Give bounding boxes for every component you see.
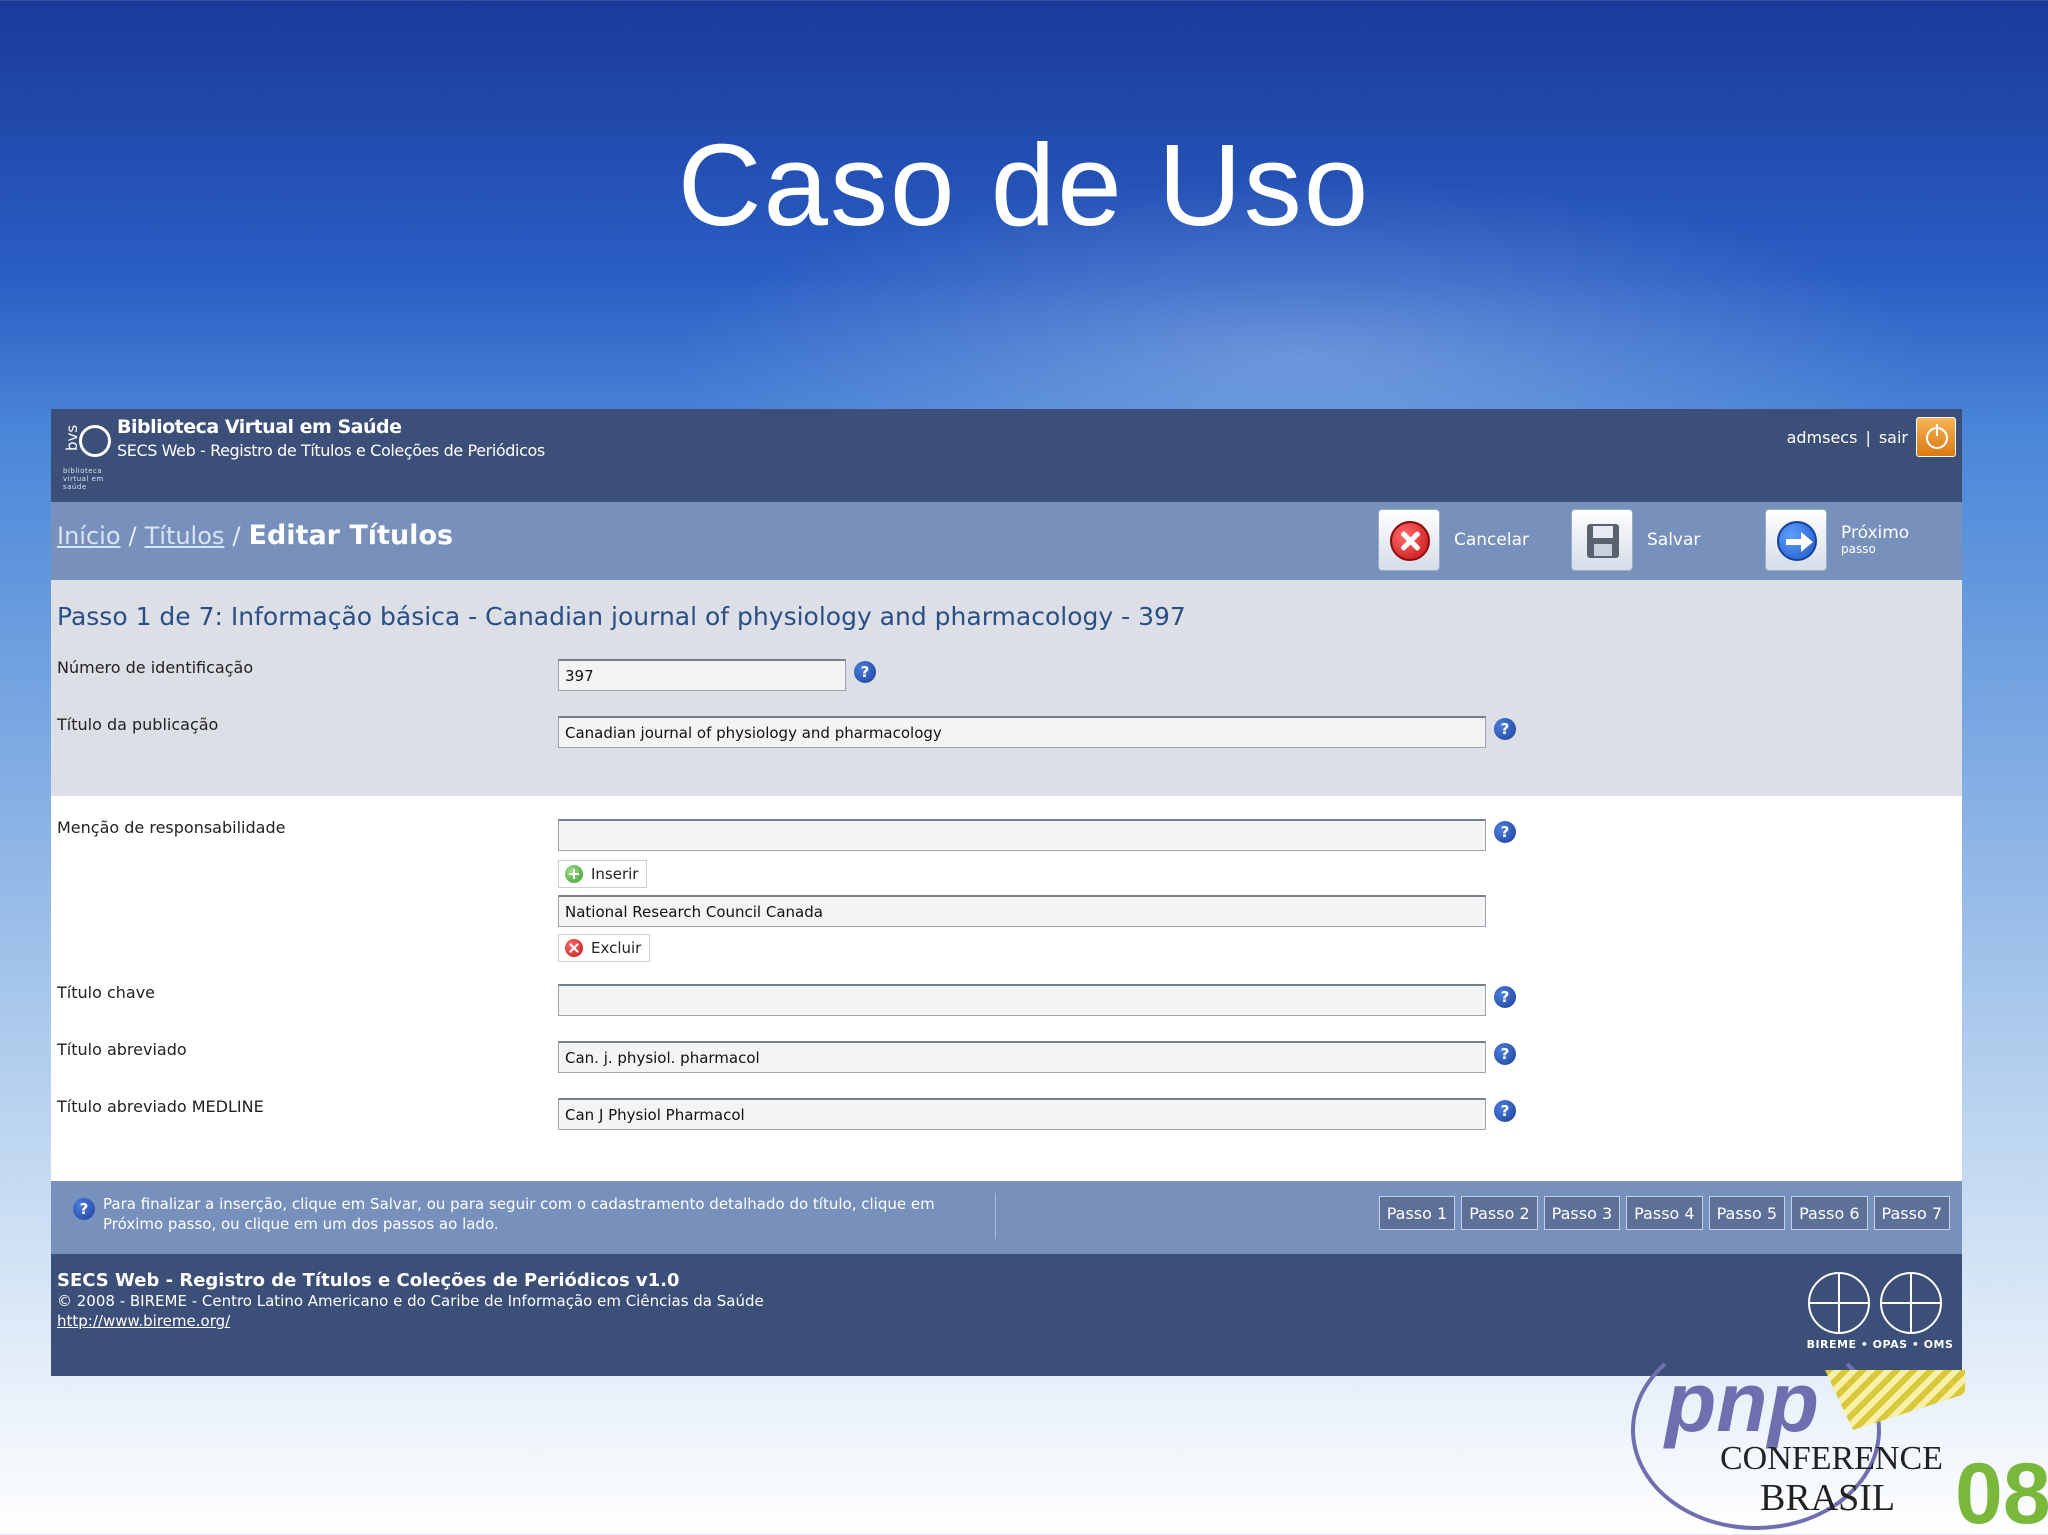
step-5-button[interactable]: Passo 5	[1708, 1196, 1786, 1230]
step-1-button[interactable]: Passo 1	[1378, 1196, 1456, 1230]
partner-logos: BIREME • OPAS • OMS	[1806, 1272, 1954, 1352]
app-window: bvs biblioteca virtual em saúde Bibliote…	[51, 409, 1962, 1376]
app-header: bvs biblioteca virtual em saúde Bibliote…	[51, 409, 1962, 502]
slide-title: Caso de Uso	[677, 120, 1371, 250]
conference-logo: pnp CONFERENCE BRASIL 08	[1625, 1330, 2048, 1535]
conference-year: 08	[1955, 1446, 2048, 1535]
user-box: admsecs | sair	[1787, 417, 1956, 457]
breadcrumb-separator: /	[128, 522, 137, 550]
delete-icon[interactable]	[565, 939, 583, 957]
step-2-button[interactable]: Passo 2	[1461, 1196, 1538, 1230]
step-7-button[interactable]: Passo 7	[1873, 1196, 1950, 1230]
breadcrumb-separator: /	[232, 522, 241, 550]
medline-title-input[interactable]	[558, 1098, 1486, 1130]
help-icon[interactable]: ?	[1494, 821, 1516, 843]
medline-title-label: Título abreviado MEDLINE	[57, 1097, 264, 1116]
logo-caption: biblioteca virtual em saúde	[63, 467, 104, 491]
footer-copyright: © 2008 - BIREME - Centro Latino American…	[57, 1292, 764, 1310]
who-globe-icon	[1880, 1272, 1942, 1334]
step-4-button[interactable]: Passo 4	[1626, 1196, 1703, 1230]
delete-label[interactable]: Excluir	[591, 939, 641, 957]
pnp-wordmark: pnp	[1665, 1355, 1819, 1449]
delete-button[interactable]: Excluir	[558, 934, 651, 962]
floppy-disk-icon[interactable]	[1571, 509, 1633, 571]
breadcrumb: Início / Títulos / Editar Títulos	[57, 520, 453, 551]
publication-title-label: Título da publicação	[57, 715, 219, 734]
publication-title-input[interactable]	[558, 716, 1486, 748]
bireme-link[interactable]: http://www.bireme.org/	[57, 1312, 230, 1330]
brand-subtitle: SECS Web - Registro de Títulos e Coleçõe…	[117, 441, 545, 460]
responsibility-label: Menção de responsabilidade	[57, 818, 286, 837]
cancel-icon[interactable]	[1378, 509, 1440, 571]
bvs-logo: bvs biblioteca virtual em saúde	[57, 417, 113, 491]
info-icon: ?	[73, 1198, 95, 1220]
conference-word: CONFERENCE	[1720, 1440, 1943, 1477]
globe-icon	[79, 425, 111, 457]
details-section: Menção de responsabilidade ? Inserir Exc…	[51, 796, 1962, 1181]
divider	[995, 1193, 996, 1239]
basic-info-section: Passo 1 de 7: Informação básica - Canadi…	[51, 580, 1962, 796]
info-bar: ? Para finalizar a inserção, clique em S…	[51, 1181, 1962, 1254]
help-icon[interactable]: ?	[1494, 1100, 1516, 1122]
abbrev-title-input[interactable]	[558, 1041, 1486, 1073]
save-label[interactable]: Salvar	[1647, 530, 1700, 550]
info-text-line2: Próximo passo, ou clique em um dos passo…	[103, 1215, 499, 1233]
step-heading: Passo 1 de 7: Informação básica - Canadi…	[57, 602, 1186, 631]
id-number-label: Número de identificação	[57, 658, 254, 677]
key-title-input[interactable]	[558, 984, 1486, 1016]
breadcrumb-titles-link[interactable]: Títulos	[145, 522, 225, 550]
cancel-button[interactable]: Cancelar	[1378, 509, 1529, 571]
help-icon[interactable]: ?	[1494, 1043, 1516, 1065]
info-text-line1: Para finalizar a inserção, clique em Sal…	[103, 1195, 935, 1213]
next-step-button[interactable]: Próximo passo	[1765, 509, 1909, 571]
username: admsecs	[1786, 427, 1858, 447]
cancel-label[interactable]: Cancelar	[1454, 530, 1529, 550]
step-navigation: Passo 1 Passo 2 Passo 3 Passo 4 Passo 5 …	[1378, 1196, 1950, 1230]
info-text: Para finalizar a inserção, clique em Sal…	[103, 1194, 983, 1234]
page-title: Editar Títulos	[248, 520, 454, 551]
step-3-button[interactable]: Passo 3	[1543, 1196, 1621, 1230]
save-button[interactable]: Salvar	[1571, 509, 1700, 571]
plus-icon[interactable]	[565, 865, 583, 883]
next-label-main[interactable]: Próximo	[1841, 523, 1909, 543]
help-icon[interactable]: ?	[854, 661, 876, 683]
brasil-word: BRASIL	[1760, 1477, 1896, 1519]
abbrev-title-label: Título abreviado	[57, 1040, 187, 1059]
help-icon[interactable]: ?	[1494, 986, 1516, 1008]
footer-title: SECS Web - Registro de Títulos e Coleçõe…	[57, 1270, 680, 1291]
logout-link[interactable]: sair	[1879, 428, 1908, 447]
power-icon[interactable]	[1916, 417, 1956, 457]
breadcrumb-home-link[interactable]: Início	[57, 522, 121, 550]
responsibility-input[interactable]	[558, 819, 1486, 851]
id-number-input[interactable]	[558, 659, 846, 691]
step-6-button[interactable]: Passo 6	[1791, 1196, 1868, 1230]
responsibility-entry-input[interactable]	[558, 895, 1486, 927]
brand-title: Biblioteca Virtual em Saúde	[117, 416, 402, 438]
insert-button[interactable]: Inserir	[558, 860, 648, 888]
next-label-sub[interactable]: passo	[1841, 542, 1909, 556]
next-label[interactable]: Próximo passo	[1841, 524, 1909, 556]
user-separator: |	[1865, 427, 1871, 447]
help-icon[interactable]: ?	[1494, 718, 1516, 740]
bireme-globe-icon	[1808, 1272, 1870, 1334]
key-title-label: Título chave	[57, 983, 156, 1002]
toolbar: Início / Títulos / Editar Títulos Cancelar S…	[51, 502, 1962, 580]
arrow-right-icon[interactable]	[1765, 509, 1827, 571]
insert-label[interactable]: Inserir	[591, 865, 638, 883]
